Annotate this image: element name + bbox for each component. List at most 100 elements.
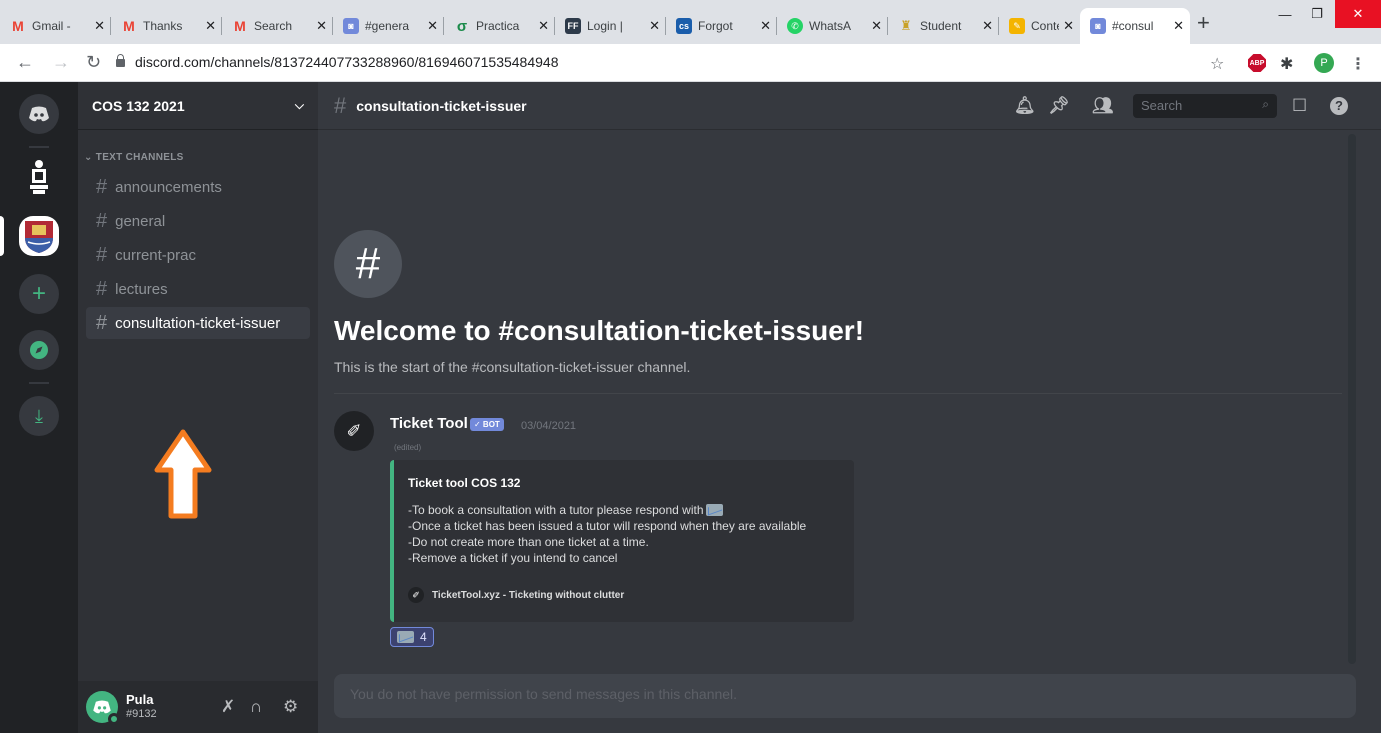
edited-label: (edited)	[394, 443, 422, 452]
divider	[29, 146, 49, 148]
address-bar[interactable]: discord.com/channels/813724407733288960/…	[116, 54, 558, 70]
new-tab-button[interactable]: +	[1197, 12, 1210, 34]
discord-app: + ⤓ COS 132 2021 ⌵ ⌄ TEXT CHANNELS # anno…	[0, 82, 1381, 733]
divider	[29, 382, 49, 384]
close-icon[interactable]: ✕	[316, 18, 327, 34]
search-icon: ⌕	[1262, 97, 1269, 111]
avatar[interactable]: P	[1314, 53, 1334, 73]
close-icon[interactable]: ✕	[1173, 18, 1184, 34]
browser-tab[interactable]: cs Forgot ✕	[666, 8, 777, 44]
reload-icon[interactable]: ↻	[86, 52, 101, 72]
browser-tab[interactable]: ✆ WhatsA ✕	[777, 8, 888, 44]
channel-item-general[interactable]: # general	[86, 205, 310, 237]
browser-tab[interactable]: ◙ #genera ✕	[333, 8, 444, 44]
practica-icon: σ	[456, 17, 468, 35]
university-icon: ♜	[900, 18, 912, 33]
explore-compass-icon[interactable]	[19, 330, 59, 370]
server-list: + ⤓	[0, 82, 78, 733]
chevron-down-icon: ⌵	[294, 98, 304, 112]
channel-title: consultation-ticket-issuer	[356, 97, 527, 114]
orange-arrow-annotation	[154, 429, 212, 519]
browser-tab-active[interactable]: ◙ #consul ✕	[1080, 8, 1190, 44]
forward-icon[interactable]: →	[52, 52, 70, 72]
browser-tab[interactable]: M Gmail - ✕	[0, 8, 111, 44]
close-icon[interactable]: ✕	[871, 18, 882, 34]
channel-item-consultation-ticket-issuer[interactable]: # consultation-ticket-issuer	[86, 307, 310, 339]
help-icon[interactable]: ?	[1330, 97, 1348, 115]
members-icon[interactable]: 👥︎	[1092, 96, 1114, 116]
browser-tab[interactable]: ✎ Content ✕	[999, 8, 1080, 44]
add-server-icon[interactable]: +	[19, 274, 59, 314]
discord-home-icon[interactable]	[19, 94, 59, 134]
bookmark-star-icon[interactable]: ☆	[1210, 54, 1224, 74]
ticket-tool-icon: ✐	[408, 587, 424, 603]
minimize-button[interactable]: —	[1270, 0, 1300, 28]
menu-kebab-icon[interactable]: ⋮	[1350, 54, 1366, 74]
server-header[interactable]: COS 132 2021 ⌵	[78, 82, 318, 130]
discord-icon: ◙	[1090, 18, 1106, 34]
adblock-icon[interactable]: ABP	[1248, 54, 1266, 72]
channel-item-current-prac[interactable]: # current-prac	[86, 239, 310, 271]
close-icon[interactable]: ✕	[427, 18, 438, 34]
ticket-tool-avatar[interactable]: ✐	[334, 411, 374, 451]
gear-icon[interactable]: ⚙	[283, 697, 298, 717]
embed-line: -Do not create more than one ticket at a…	[408, 535, 649, 549]
lock-icon	[116, 54, 125, 67]
headphones-icon[interactable]: ∩	[250, 697, 262, 717]
close-icon[interactable]: ✕	[760, 18, 771, 34]
close-window-button[interactable]: ✕	[1335, 0, 1381, 28]
welcome-subtitle: This is the start of the #consultation-t…	[334, 359, 691, 375]
welcome-title: Welcome to #consultation-ticket-issuer!	[334, 315, 865, 346]
message-input-disabled: You do not have permission to send messa…	[334, 674, 1356, 718]
bell-icon[interactable]: 🔔︎	[1014, 96, 1036, 116]
pin-icon[interactable]: 📌︎	[1048, 96, 1070, 116]
back-icon[interactable]: ←	[16, 52, 34, 72]
cs-icon: cs	[676, 18, 692, 34]
message-author[interactable]: Ticket Tool	[390, 415, 468, 432]
avatar[interactable]	[86, 691, 120, 725]
mute-microphone-icon[interactable]: ✗	[221, 697, 235, 717]
hash-icon: #	[96, 277, 108, 300]
close-icon[interactable]: ✕	[538, 18, 549, 34]
close-icon[interactable]: ✕	[205, 18, 216, 34]
envelope-icon	[705, 504, 723, 516]
scrollbar[interactable]	[1348, 134, 1356, 664]
close-icon[interactable]: ✕	[982, 18, 993, 34]
active-server-pill	[0, 216, 4, 256]
close-icon[interactable]: ✕	[1063, 18, 1074, 34]
hash-icon: #	[96, 243, 108, 266]
download-icon[interactable]: ⤓	[19, 396, 59, 436]
message-timestamp: 03/04/2021	[521, 420, 577, 432]
extensions-icon[interactable]: ✱	[1280, 54, 1293, 74]
browser-toolbar: ← → ↻ discord.com/channels/8137244077332…	[0, 44, 1381, 82]
university-crest-icon[interactable]	[19, 158, 59, 198]
hash-icon: #	[96, 311, 108, 334]
hash-icon: #	[334, 92, 347, 118]
envelope-icon	[397, 631, 414, 643]
channel-item-lectures[interactable]: # lectures	[86, 273, 310, 305]
restore-button[interactable]: ❐	[1302, 0, 1332, 28]
browser-tab-strip: M Gmail - ✕ M Thanks ✕ M Search ✕ ◙ #gen…	[0, 0, 1381, 44]
close-icon[interactable]: ✕	[94, 18, 105, 34]
browser-tab[interactable]: M Thanks ✕	[111, 8, 222, 44]
browser-tab[interactable]: σ Practica ✕	[444, 8, 555, 44]
browser-tab[interactable]: FF Login | ✕	[555, 8, 666, 44]
gmail-icon: M	[12, 18, 24, 34]
whatsapp-icon: ✆	[787, 18, 803, 34]
inbox-icon[interactable]: ☐	[1292, 96, 1307, 116]
discord-icon: ◙	[343, 18, 359, 34]
user-panel: Pula #9132 ✗ ∩ ⚙	[78, 681, 318, 733]
channel-category[interactable]: ⌄ TEXT CHANNELS	[84, 152, 184, 163]
cos132-server-icon[interactable]	[19, 216, 59, 256]
envelope-reaction[interactable]: 4	[390, 627, 434, 647]
content-icon: ✎	[1009, 18, 1025, 34]
gmail-icon: M	[123, 18, 135, 34]
browser-tab[interactable]: ♜ Student ✕	[888, 8, 999, 44]
online-status-icon	[108, 713, 120, 725]
browser-tab[interactable]: M Search ✕	[222, 8, 333, 44]
hash-icon: #	[96, 175, 108, 198]
search-input[interactable]: Search ⌕	[1133, 94, 1277, 118]
close-icon[interactable]: ✕	[649, 18, 660, 34]
channel-item-announcements[interactable]: # announcements	[86, 171, 310, 203]
gmail-icon: M	[234, 18, 246, 34]
